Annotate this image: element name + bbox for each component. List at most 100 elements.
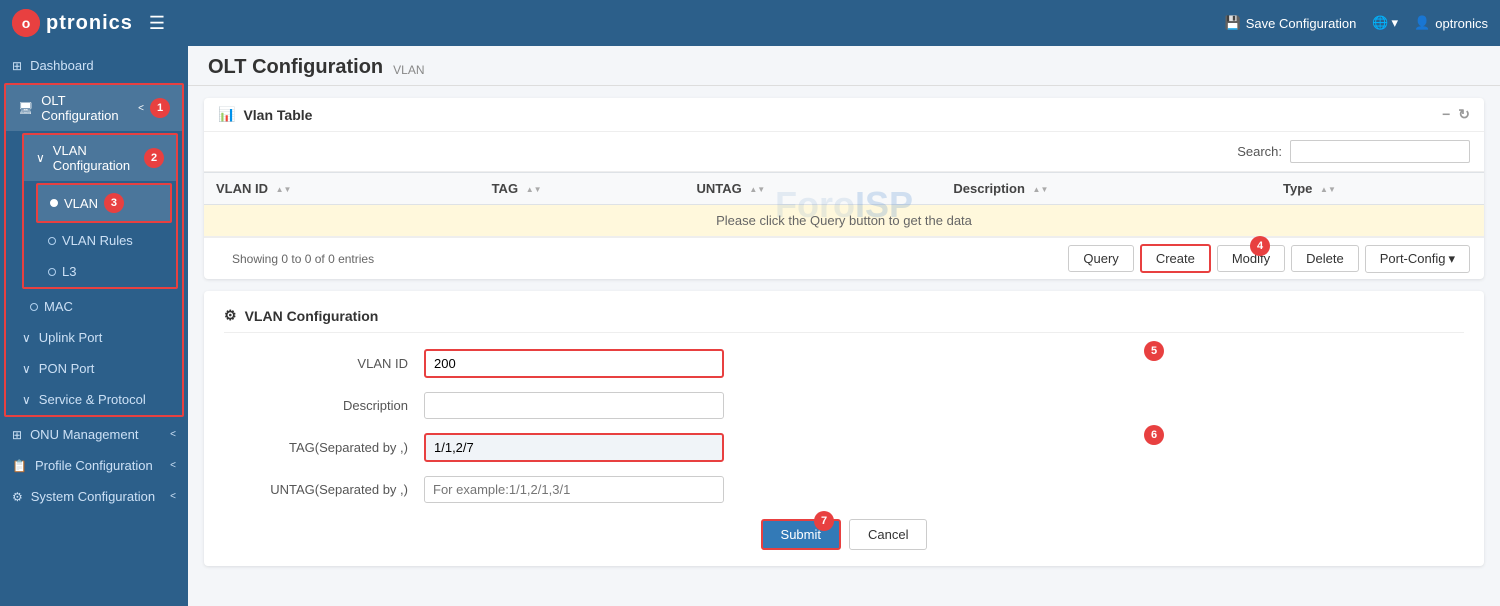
page-title: OLT Configuration [208,56,383,79]
save-icon: 💾 [1225,15,1241,31]
service-icon: ∨ [22,393,31,407]
sidebar-mac-label: MAC [44,299,73,314]
vlan-id-label: VLAN ID [224,356,424,371]
breadcrumb: VLAN [393,59,424,77]
form-row-description: Description [224,392,1464,419]
form-title: VLAN Configuration [245,308,379,324]
sidebar-item-mac[interactable]: MAC [6,291,182,322]
svg-text:o: o [22,15,31,31]
sidebar-pon-label: PON Port [39,361,95,376]
form-row-tag: TAG(Separated by ,) 6 [224,433,1464,462]
card-title: Vlan Table [243,107,312,123]
untag-input[interactable] [424,476,724,503]
search-bar: Search: [204,132,1484,172]
sidebar-item-l3[interactable]: L3 [24,256,176,287]
col-vlan-id-label: VLAN ID [216,181,268,196]
vlan-id-input[interactable] [424,349,724,378]
port-config-button[interactable]: Port-Config ▾ [1365,245,1470,273]
uplink-icon: ∨ [22,331,31,345]
sidebar-vlan-label: VLAN [64,196,98,211]
vlan-config-icon: ∨ [36,151,45,165]
refresh-icon[interactable]: ↻ [1458,106,1470,123]
language-selector[interactable]: 🌐 ▾ [1372,15,1398,31]
sidebar-item-olt-config[interactable]: 🖥 OLT Configuration < 1 [6,85,182,131]
sidebar-dashboard-label: Dashboard [30,58,94,73]
table-empty-message: Please click the Query button to get the… [204,205,1484,237]
untag-label: UNTAG(Separated by ,) [224,482,424,497]
badge-3: 3 [104,193,124,213]
sidebar-item-uplink-port[interactable]: ∨ Uplink Port [6,322,182,353]
cancel-button[interactable]: Cancel [849,519,927,550]
search-label: Search: [1237,144,1282,159]
user-label: optronics [1435,16,1488,31]
table-container: ForoISP VLAN ID ▲▼ TAG ▲▼ [204,172,1484,237]
olt-arrow: < [138,103,144,114]
col-untag: UNTAG ▲▼ [684,173,941,205]
badge-2: 2 [144,148,164,168]
col-description: Description ▲▼ [941,173,1271,205]
vlan-table: VLAN ID ▲▼ TAG ▲▼ UNTAG ▲▼ [204,172,1484,237]
page-header: OLT Configuration VLAN [188,46,1500,86]
sort-desc[interactable]: ▲▼ [1033,185,1049,194]
col-tag-label: TAG [492,181,518,196]
create-button[interactable]: Create [1140,244,1211,273]
sidebar-item-profile-config[interactable]: 📋 Profile Configuration < [0,450,188,481]
col-type: Type ▲▼ [1271,173,1484,205]
vlan-form-section: ⚙ VLAN Configuration VLAN ID 5 Descripti… [204,291,1484,566]
sort-type[interactable]: ▲▼ [1320,185,1336,194]
query-button[interactable]: Query [1068,245,1133,272]
onu-arrow: < [170,429,176,440]
sidebar-vlan-rules-label: VLAN Rules [62,233,133,248]
badge-6: 6 [1144,425,1164,445]
onu-icon: ⊞ [12,428,22,442]
navbar: o ptronics ☰ 💾 Save Configuration 🌐 ▾ 👤 … [0,0,1500,46]
minimize-icon[interactable]: − [1442,106,1450,123]
card-header: 📊 Vlan Table − ↻ [204,98,1484,132]
tag-input[interactable] [424,433,724,462]
vlan-circle [50,199,58,207]
delete-button[interactable]: Delete [1291,245,1359,272]
showing-entries: Showing 0 to 0 of 0 entries [218,246,388,272]
system-icon: ⚙ [12,490,23,504]
search-input[interactable] [1290,140,1470,163]
badge-1: 1 [150,98,170,118]
description-label: Description [224,398,424,413]
logo-icon: o [12,9,40,37]
sidebar-item-vlan-rules[interactable]: VLAN Rules [24,225,176,256]
sidebar-item-vlan[interactable]: VLAN 3 [38,185,170,221]
save-label: Save Configuration [1246,16,1357,31]
vlan-table-card: 📊 Vlan Table − ↻ Search: ForoISP [204,98,1484,279]
main-content: OLT Configuration VLAN 📊 Vlan Table − ↻ … [188,46,1500,606]
col-desc-label: Description [953,181,1025,196]
sidebar-item-pon-port[interactable]: ∨ PON Port [6,353,182,384]
col-untag-label: UNTAG [696,181,741,196]
sidebar: ⊞ Dashboard 🖥 OLT Configuration < 1 ∨ VL… [0,46,188,606]
sort-vlan-id[interactable]: ▲▼ [276,185,292,194]
card-header-icons: − ↻ [1442,106,1470,123]
sidebar-profile-label: Profile Configuration [35,458,153,473]
save-config-button[interactable]: 💾 Save Configuration [1225,15,1357,31]
form-row-untag: UNTAG(Separated by ,) [224,476,1464,503]
form-icon: ⚙ [224,307,237,324]
card-header-left: 📊 Vlan Table [218,106,312,123]
col-tag: TAG ▲▼ [480,173,685,205]
sort-tag[interactable]: ▲▼ [526,185,542,194]
user-menu[interactable]: 👤 optronics [1414,15,1488,31]
description-input[interactable] [424,392,724,419]
mac-circle [30,303,38,311]
sidebar-item-service-protocol[interactable]: ∨ Service & Protocol [6,384,182,415]
sidebar-item-dashboard[interactable]: ⊞ Dashboard [0,50,188,81]
sidebar-item-vlan-config[interactable]: ∨ VLAN Configuration 2 [24,135,176,181]
globe-arrow: ▾ [1392,15,1399,31]
sidebar-item-system-config[interactable]: ⚙ System Configuration < [0,481,188,512]
hamburger-menu[interactable]: ☰ [149,13,165,34]
sidebar-service-label: Service & Protocol [39,392,146,407]
sidebar-item-onu-management[interactable]: ⊞ ONU Management < [0,419,188,450]
dashboard-icon: ⊞ [12,59,22,73]
sort-untag[interactable]: ▲▼ [749,185,765,194]
logo-text: ptronics [46,12,133,35]
profile-arrow: < [170,460,176,471]
col-vlan-id: VLAN ID ▲▼ [204,173,480,205]
form-section-title: ⚙ VLAN Configuration [224,307,1464,333]
vlan-config-form-card: ⚙ VLAN Configuration VLAN ID 5 Descripti… [204,291,1484,566]
